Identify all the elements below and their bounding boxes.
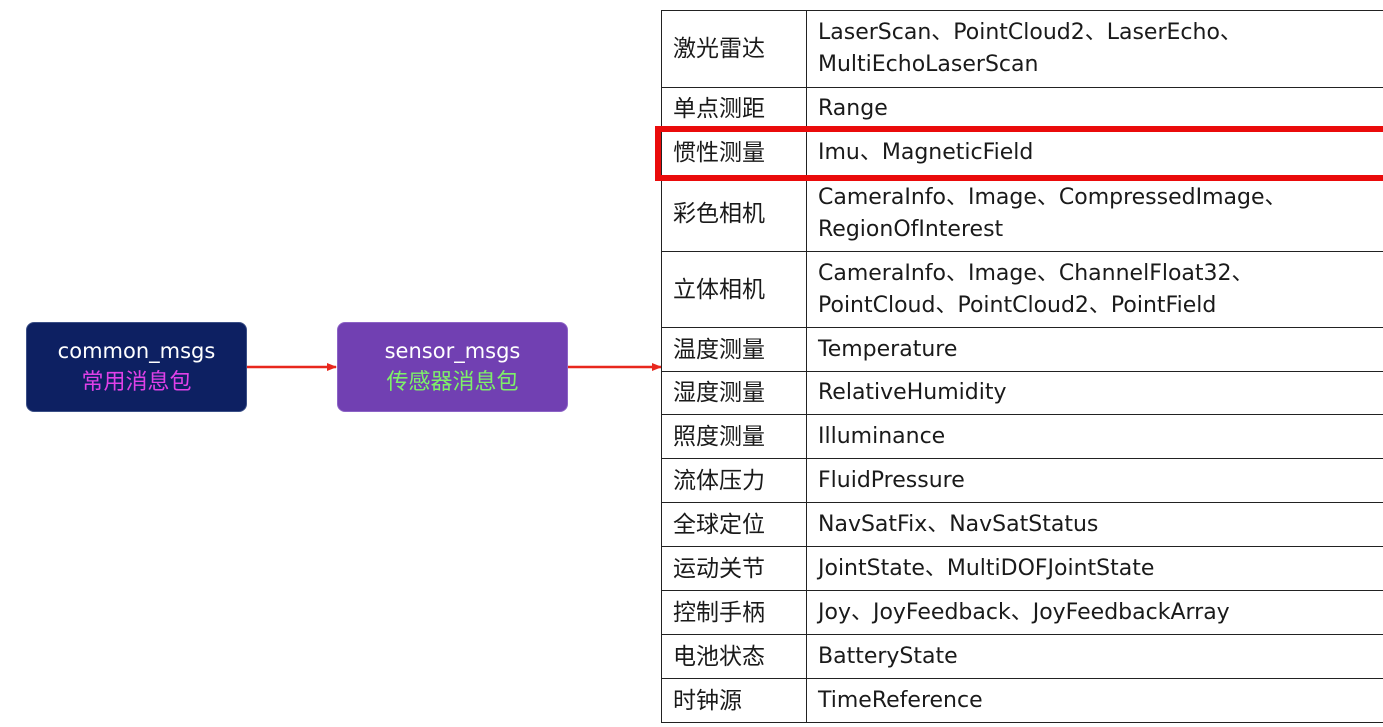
table-row: 照度测量 Illuminance	[661, 414, 1383, 459]
category-cell: 运动关节	[661, 546, 807, 591]
category-cell: 控制手柄	[661, 590, 807, 635]
table-row: 运动关节 JointState、MultiDOFJointState	[661, 546, 1383, 591]
table-row: 全球定位 NavSatFix、NavSatStatus	[661, 502, 1383, 547]
category-cell: 彩色相机	[661, 175, 807, 252]
category-cell: 电池状态	[661, 634, 807, 679]
category-cell: 激光雷达	[661, 10, 807, 88]
sensor-msgs-desc: 传感器消息包	[386, 370, 519, 395]
table-row: 立体相机 CameraInfo、Image、ChannelFloat32、 Poi…	[661, 251, 1383, 328]
table-row: 电池状态 BatteryState	[661, 634, 1383, 679]
table-row: 惯性测量 Imu、MagneticField	[661, 130, 1383, 176]
table-row: 时钟源 TimeReference	[661, 678, 1383, 723]
messages-cell: NavSatFix、NavSatStatus	[806, 502, 1383, 547]
category-cell: 惯性测量	[661, 130, 807, 176]
category-cell: 单点测距	[661, 87, 807, 131]
messages-cell: CameraInfo、Image、CompressedImage、 Region…	[806, 175, 1383, 252]
common-msgs-node: common_msgs 常用消息包	[26, 322, 247, 412]
table-row: 温度测量 Temperature	[661, 327, 1383, 372]
table-row: 控制手柄 Joy、JoyFeedback、JoyFeedbackArray	[661, 590, 1383, 635]
table-row: 激光雷达 LaserScan、PointCloud2、LaserEcho、 Mul…	[661, 10, 1383, 88]
messages-cell: BatteryState	[806, 634, 1383, 679]
sensor-msgs-table: 激光雷达 LaserScan、PointCloud2、LaserEcho、 Mul…	[661, 10, 1383, 723]
sensor-msgs-name: sensor_msgs	[384, 339, 521, 363]
table-row: 彩色相机 CameraInfo、Image、CompressedImage、 Re…	[661, 175, 1383, 252]
category-cell: 立体相机	[661, 251, 807, 328]
messages-cell: LaserScan、PointCloud2、LaserEcho、 MultiEc…	[806, 10, 1383, 88]
category-cell: 湿度测量	[661, 371, 807, 415]
messages-cell: Imu、MagneticField	[806, 130, 1383, 176]
messages-cell: Joy、JoyFeedback、JoyFeedbackArray	[806, 590, 1383, 635]
category-cell: 流体压力	[661, 458, 807, 503]
messages-cell: Temperature	[806, 327, 1383, 372]
messages-cell: Illuminance	[806, 414, 1383, 459]
category-cell: 全球定位	[661, 502, 807, 547]
messages-cell: RelativeHumidity	[806, 371, 1383, 415]
common-msgs-desc: 常用消息包	[81, 370, 192, 395]
messages-cell: TimeReference	[806, 678, 1383, 723]
table-row: 流体压力 FluidPressure	[661, 458, 1383, 503]
category-cell: 照度测量	[661, 414, 807, 459]
messages-cell: FluidPressure	[806, 458, 1383, 503]
table-row: 单点测距 Range	[661, 87, 1383, 131]
messages-cell: CameraInfo、Image、ChannelFloat32、 PointCl…	[806, 251, 1383, 328]
category-cell: 温度测量	[661, 327, 807, 372]
table-row: 湿度测量 RelativeHumidity	[661, 371, 1383, 415]
category-cell: 时钟源	[661, 678, 807, 723]
messages-cell: Range	[806, 87, 1383, 131]
messages-cell: JointState、MultiDOFJointState	[806, 546, 1383, 591]
common-msgs-name: common_msgs	[57, 339, 216, 363]
sensor-msgs-node: sensor_msgs 传感器消息包	[337, 322, 568, 412]
